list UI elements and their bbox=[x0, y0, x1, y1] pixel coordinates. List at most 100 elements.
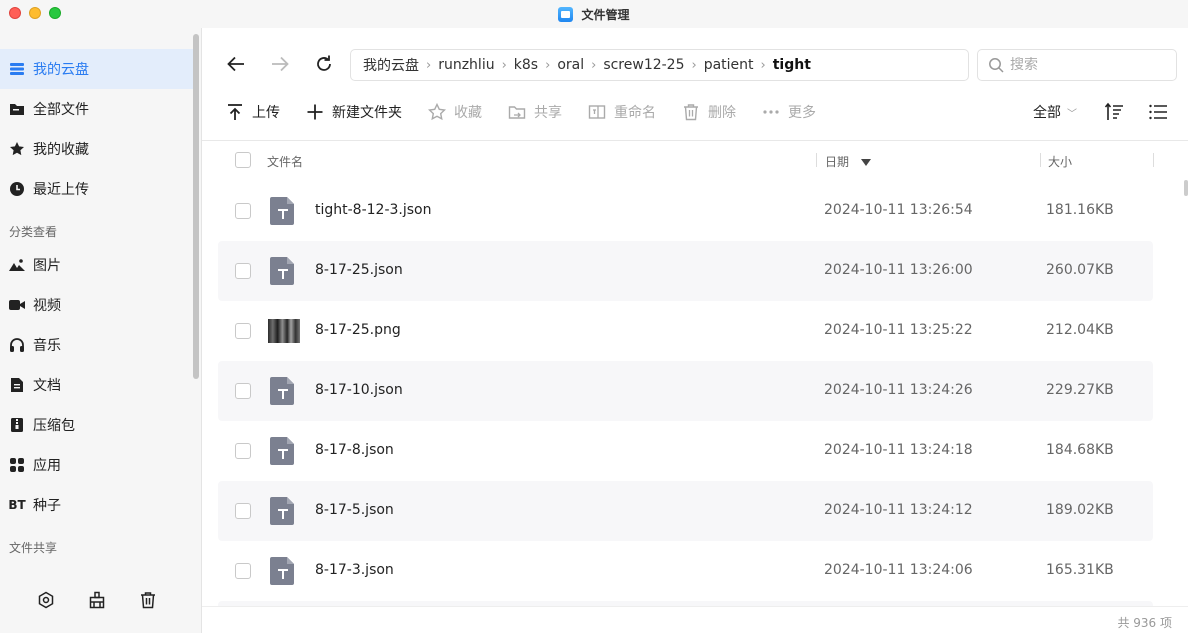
upload-label: 上传 bbox=[252, 105, 280, 121]
delete-button[interactable]: 删除 bbox=[682, 98, 736, 126]
sidebar-item-archives[interactable]: 压缩包 bbox=[0, 405, 193, 445]
file-name: 8-17-25.png bbox=[315, 322, 401, 338]
sidebar-item-label: 我的收藏 bbox=[33, 142, 89, 158]
breadcrumb-item[interactable]: screw12-25 bbox=[603, 57, 684, 73]
minimize-window-button[interactable] bbox=[29, 7, 41, 19]
breadcrumb-item[interactable]: k8s bbox=[514, 57, 538, 73]
sidebar-item-label: 文档 bbox=[33, 378, 61, 394]
sidebar-item-documents[interactable]: 文档 bbox=[0, 365, 193, 405]
row-checkbox[interactable] bbox=[235, 383, 251, 399]
row-checkbox[interactable] bbox=[235, 503, 251, 519]
cleanup-icon[interactable] bbox=[85, 588, 109, 612]
table-row[interactable]: 8-17-25.json 2024-10-11 13:26:00 260.07K… bbox=[218, 241, 1153, 301]
row-checkbox[interactable] bbox=[235, 263, 251, 279]
column-divider[interactable] bbox=[816, 153, 817, 167]
sort-desc-icon bbox=[860, 159, 871, 166]
sidebar-item-recent-uploads[interactable]: 最近上传 bbox=[0, 169, 193, 209]
file-type-filter[interactable]: 全部 ﹀ bbox=[1033, 98, 1077, 126]
trash-icon[interactable] bbox=[136, 588, 160, 612]
close-window-button[interactable] bbox=[9, 7, 21, 19]
forward-button[interactable] bbox=[266, 50, 294, 78]
file-size: 184.68KB bbox=[1046, 442, 1114, 458]
search-icon bbox=[989, 58, 1004, 73]
favorite-button[interactable]: 收藏 bbox=[428, 98, 482, 126]
apps-icon bbox=[9, 457, 25, 473]
sidebar-item-my-cloud[interactable]: 我的云盘 bbox=[0, 49, 193, 89]
sidebar-item-images[interactable]: 图片 bbox=[0, 245, 193, 285]
clock-icon bbox=[9, 181, 25, 197]
table-row[interactable]: tight-8-12-3.json 2024-10-11 13:26:54 18… bbox=[218, 181, 1153, 241]
table-row[interactable]: 8-17-3.json 2024-10-11 13:24:06 165.31KB bbox=[218, 541, 1153, 601]
table-row[interactable]: 8-17-8.json 2024-10-11 13:24:18 184.68KB bbox=[218, 421, 1153, 481]
sidebar-item-all-files[interactable]: 全部文件 bbox=[0, 89, 193, 129]
refresh-button[interactable] bbox=[310, 50, 338, 78]
file-date: 2024-10-11 13:26:00 bbox=[824, 262, 973, 278]
sidebar-bottom-bar bbox=[0, 588, 193, 612]
cloud-drive-icon bbox=[9, 61, 25, 77]
rename-button[interactable]: 重命名 bbox=[588, 98, 656, 126]
more-button[interactable]: 更多 bbox=[762, 98, 816, 126]
file-size: 189.02KB bbox=[1046, 502, 1114, 518]
new-folder-button[interactable]: 新建文件夹 bbox=[306, 98, 402, 126]
sidebar-item-label: 我的云盘 bbox=[33, 62, 89, 78]
share-folder-icon bbox=[508, 103, 526, 121]
sidebar-item-music[interactable]: 音乐 bbox=[0, 325, 193, 365]
sidebar-item-torrents[interactable]: BT 种子 bbox=[0, 485, 193, 525]
file-name: 8-17-8.json bbox=[315, 442, 394, 458]
list-view-button[interactable] bbox=[1146, 100, 1170, 124]
column-divider[interactable] bbox=[1040, 153, 1041, 167]
file-date: 2024-10-11 13:24:12 bbox=[824, 502, 973, 518]
back-button[interactable] bbox=[222, 50, 250, 78]
refresh-icon bbox=[317, 55, 331, 71]
sort-icon bbox=[1104, 102, 1123, 120]
maximize-window-button[interactable] bbox=[49, 7, 61, 19]
column-header-size[interactable]: 大小 bbox=[1048, 153, 1072, 170]
sidebar-item-label: 种子 bbox=[33, 498, 61, 514]
sidebar-item-videos[interactable]: 视频 bbox=[0, 285, 193, 325]
headphones-icon bbox=[9, 337, 25, 353]
table-row[interactable]: 8-17-10.json 2024-10-11 13:24:26 229.27K… bbox=[218, 361, 1153, 421]
upload-button[interactable]: 上传 bbox=[226, 98, 280, 126]
table-row[interactable]: 8-17-25.png 2024-10-11 13:25:22 212.04KB bbox=[218, 301, 1153, 361]
chevron-right-icon: › bbox=[501, 57, 507, 73]
upload-icon bbox=[226, 103, 244, 121]
row-checkbox[interactable] bbox=[235, 443, 251, 459]
star-icon bbox=[9, 141, 25, 157]
breadcrumb-item[interactable]: oral bbox=[557, 57, 584, 73]
column-header-date[interactable]: 日期 bbox=[825, 153, 871, 170]
sidebar-scrollbar[interactable] bbox=[193, 34, 199, 379]
rename-label: 重命名 bbox=[614, 105, 656, 121]
date-header-label: 日期 bbox=[825, 155, 850, 169]
file-size: 212.04KB bbox=[1046, 322, 1114, 338]
search-input[interactable] bbox=[1010, 57, 1160, 73]
select-all-checkbox[interactable] bbox=[235, 152, 251, 168]
item-count: 共 936 项 bbox=[1117, 616, 1172, 630]
more-dots-icon bbox=[762, 103, 780, 121]
file-list-scrollbar[interactable] bbox=[1184, 180, 1188, 196]
star-outline-icon bbox=[428, 103, 446, 121]
breadcrumb-item[interactable]: runzhliu bbox=[438, 57, 494, 73]
folder-icon bbox=[9, 101, 25, 117]
breadcrumb-current[interactable]: tight bbox=[773, 57, 811, 73]
sidebar-item-apps[interactable]: 应用 bbox=[0, 445, 193, 485]
row-checkbox[interactable] bbox=[235, 323, 251, 339]
bt-icon: BT bbox=[8, 498, 26, 512]
breadcrumb-item[interactable]: patient bbox=[704, 57, 754, 73]
sidebar-section-share: 文件共享 bbox=[9, 541, 58, 555]
share-label: 共享 bbox=[534, 105, 562, 121]
settings-icon[interactable] bbox=[34, 588, 58, 612]
row-checkbox[interactable] bbox=[235, 203, 251, 219]
column-header-name[interactable]: 文件名 bbox=[267, 153, 303, 170]
sidebar-item-label: 视频 bbox=[33, 298, 61, 314]
column-divider[interactable] bbox=[1153, 153, 1154, 167]
sidebar-item-label: 压缩包 bbox=[33, 418, 75, 434]
sidebar-item-favorites[interactable]: 我的收藏 bbox=[0, 129, 193, 169]
breadcrumb-item[interactable]: 我的云盘 bbox=[363, 55, 419, 75]
sidebar: 我的云盘 全部文件 我的收藏 最近上传 分类查看 图片 视频 音乐 文档 压缩包… bbox=[0, 28, 202, 633]
sort-button[interactable] bbox=[1102, 100, 1126, 124]
table-row[interactable]: 8-17-5.json 2024-10-11 13:24:12 189.02KB bbox=[218, 481, 1153, 541]
delete-label: 删除 bbox=[708, 105, 736, 121]
row-checkbox[interactable] bbox=[235, 563, 251, 579]
status-bar: 共 936 项 bbox=[202, 606, 1188, 633]
share-button[interactable]: 共享 bbox=[508, 98, 562, 126]
